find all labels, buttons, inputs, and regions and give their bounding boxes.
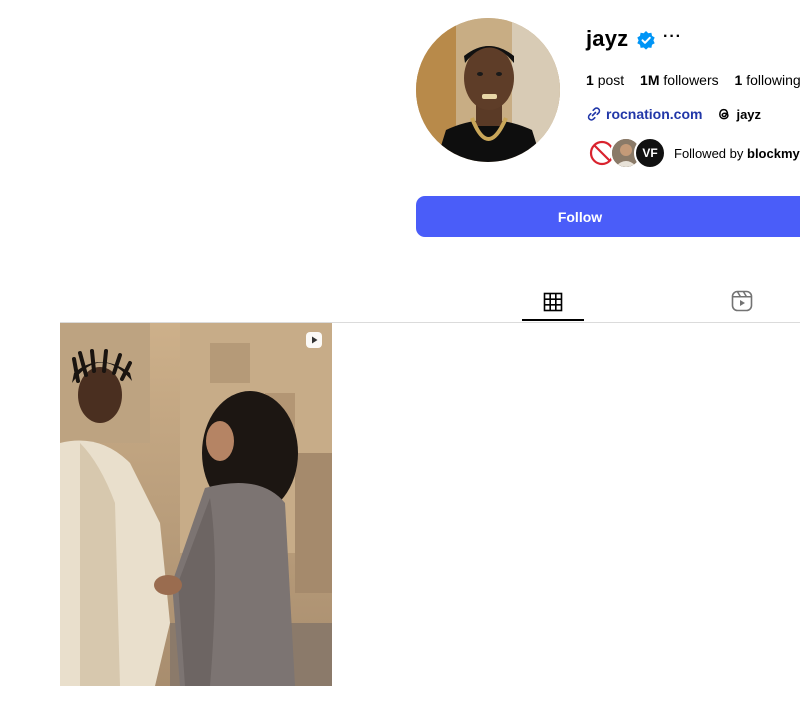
profile-avatar[interactable] (416, 18, 560, 162)
followers-count-label: followers (663, 72, 719, 88)
link-icon (587, 107, 601, 121)
website-link[interactable]: rocnation.com (606, 106, 702, 122)
follow-button[interactable]: Follow (416, 196, 800, 237)
more-options-button[interactable]: ··· (663, 28, 682, 46)
posts-count-value: 1 (586, 72, 594, 88)
threads-icon[interactable] (716, 106, 732, 122)
profile-stats: 1 post 1M followers 1 following (586, 72, 800, 88)
followed-by-prefix: Followed by (674, 145, 744, 161)
posts-count-label: post (597, 72, 625, 88)
grid-icon (543, 292, 563, 312)
tab-posts[interactable] (522, 282, 584, 322)
followed-by[interactable]: VF Followed by blockmy (586, 137, 800, 169)
reels-icon (731, 290, 753, 312)
followed-by-names: blockmy (747, 145, 800, 161)
threads-handle[interactable]: jayz (736, 107, 761, 122)
posts-count: 1 post (586, 72, 624, 88)
tab-reels[interactable] (726, 285, 758, 317)
mutual-avatar-3-initials: VF (642, 146, 658, 160)
following-count-value: 1 (734, 72, 743, 88)
following-count[interactable]: 1 following (735, 72, 800, 88)
verified-badge-icon (637, 31, 655, 50)
followers-count[interactable]: 1M followers (640, 72, 719, 88)
following-count-label: following (746, 72, 800, 88)
post-thumbnail (60, 323, 332, 686)
profile-username: jayz (586, 26, 629, 51)
followers-count-value: 1M (640, 72, 660, 88)
profile-links: rocnation.com jayz (586, 106, 761, 122)
active-tab-indicator (522, 319, 584, 321)
reel-badge-icon (306, 332, 322, 348)
post-tile[interactable] (60, 323, 332, 686)
follow-button-label: Follow (557, 208, 603, 225)
followed-by-text: Followed by blockmy (674, 146, 800, 161)
mutual-avatar-3: VF (634, 137, 666, 169)
